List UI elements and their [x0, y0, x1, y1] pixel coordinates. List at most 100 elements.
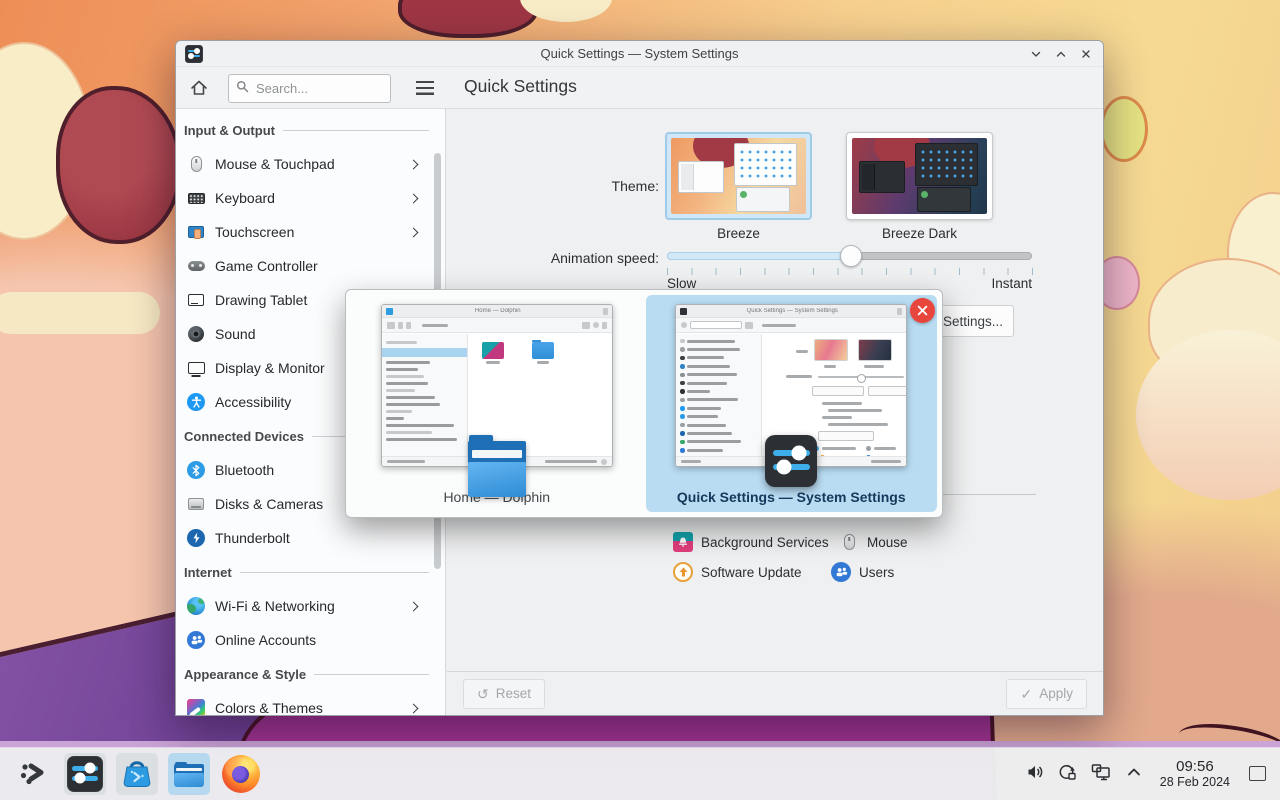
speaker-icon — [1025, 762, 1045, 785]
maximize-button[interactable] — [1053, 46, 1069, 62]
section-header: Input & Output — [176, 113, 445, 147]
hamburger-menu-button[interactable] — [416, 80, 436, 96]
tray-expander-button[interactable] — [1123, 763, 1145, 785]
desktop: Quick Settings — System Settings Quick S… — [0, 0, 1280, 800]
globe-icon — [186, 596, 206, 616]
network-tray-button[interactable] — [1057, 763, 1079, 785]
chevron-up-icon — [1124, 762, 1144, 785]
sidebar-item-game-controller[interactable]: Game Controller — [176, 249, 445, 283]
clock-time: 09:56 — [1160, 759, 1230, 776]
taskbar-dolphin[interactable] — [168, 753, 210, 795]
taskbar-panel: 09:56 28 Feb 2024 — [0, 748, 1280, 800]
bluetooth-icon — [186, 460, 206, 480]
search-icon — [236, 80, 249, 98]
monitor-icon — [186, 358, 206, 378]
chevron-right-icon — [409, 159, 419, 169]
most-used-software-update[interactable]: Software Update — [673, 562, 802, 582]
search-input[interactable] — [254, 80, 383, 97]
sidebar-item-online-accounts[interactable]: Online Accounts — [176, 623, 445, 657]
reset-button[interactable]: ↺Reset — [463, 679, 545, 709]
app-launcher-button[interactable] — [12, 753, 54, 795]
wallpaper-cloud — [0, 292, 160, 334]
mouse-icon — [186, 154, 206, 174]
most-used-background-services[interactable]: Background Services — [673, 532, 829, 552]
theme-caption-breeze-dark: Breeze Dark — [846, 226, 993, 241]
wallpaper-sun — [1100, 96, 1148, 162]
reset-icon: ↺ — [477, 687, 489, 701]
animation-speed-slider[interactable] — [667, 245, 1032, 267]
accounts-icon — [186, 630, 206, 650]
dolphin-app-icon — [468, 433, 526, 497]
task-switcher-item-dolphin[interactable]: Home — Dolphin — [351, 295, 643, 512]
update-icon — [673, 562, 693, 582]
taskbar-discover[interactable] — [116, 753, 158, 795]
mouse-icon — [839, 532, 859, 552]
wallpaper-strip — [0, 741, 1280, 748]
sidebar-item-keyboard[interactable]: Keyboard — [176, 181, 445, 215]
window-title: Quick Settings — System Settings — [176, 46, 1103, 61]
thunderbolt-icon — [186, 528, 206, 548]
window-header: Quick Settings — [176, 68, 1103, 109]
task-switcher-popup: Home — Dolphin — [345, 289, 943, 518]
theme-option-breeze[interactable] — [665, 132, 812, 220]
section-header: Appearance & Style — [176, 657, 445, 691]
system-settings-icon — [67, 756, 103, 792]
themes-icon — [186, 698, 206, 715]
touchscreen-icon — [186, 222, 206, 242]
most-used-mouse[interactable]: Mouse — [839, 532, 908, 552]
users-icon — [831, 562, 851, 582]
theme-option-breeze-dark[interactable] — [846, 132, 993, 220]
system-settings-app-icon — [765, 435, 817, 487]
hamburger-icon — [416, 81, 434, 95]
sidebar-item-thunderbolt[interactable]: Thunderbolt — [176, 521, 445, 555]
slider-max-label: Instant — [932, 276, 1032, 291]
mini-folder — [532, 342, 554, 364]
wallpaper-bush — [56, 86, 182, 244]
globe-icon — [1057, 762, 1078, 785]
keyboard-icon — [186, 188, 206, 208]
accessibility-icon — [186, 392, 206, 412]
digital-clock[interactable]: 09:56 28 Feb 2024 — [1156, 759, 1234, 790]
breeze-preview — [671, 138, 806, 214]
sidebar-item-wifi-networking[interactable]: Wi-Fi & Networking — [176, 589, 445, 623]
tablet-icon — [186, 290, 206, 310]
taskbar-firefox[interactable] — [220, 753, 262, 795]
sidebar-item-mouse-touchpad[interactable]: Mouse & Touchpad — [176, 147, 445, 181]
mini-folder-desktop — [482, 342, 504, 364]
close-button[interactable] — [1078, 46, 1094, 62]
discover-icon — [119, 755, 155, 794]
monitor-icon — [1090, 762, 1112, 785]
page-title: Quick Settings — [464, 76, 577, 97]
clock-date: 28 Feb 2024 — [1160, 775, 1230, 789]
most-used-users[interactable]: Users — [831, 562, 894, 582]
close-window-button[interactable] — [910, 298, 935, 323]
display-tray-button[interactable] — [1090, 763, 1112, 785]
section-header: Internet — [176, 555, 445, 589]
minimize-button[interactable] — [1028, 46, 1044, 62]
kde-launcher-icon — [18, 759, 48, 790]
home-button[interactable] — [187, 77, 211, 101]
breeze-dark-preview — [852, 138, 987, 214]
search-box[interactable] — [228, 74, 391, 103]
task-switcher-label-system-settings: Quick Settings — System Settings — [650, 489, 934, 505]
sidebar-item-colors-themes[interactable]: Colors & Themes — [176, 691, 445, 715]
taskbar-system-settings[interactable] — [64, 753, 106, 795]
gamepad-icon — [186, 256, 206, 276]
sidebar-item-touchscreen[interactable]: Touchscreen — [176, 215, 445, 249]
bell-icon — [673, 532, 693, 552]
chevron-right-icon — [409, 601, 419, 611]
theme-caption-breeze: Breeze — [665, 226, 812, 241]
theme-label: Theme: — [446, 178, 659, 194]
apply-button[interactable]: ✓Apply — [1006, 679, 1087, 709]
show-desktop-button[interactable] — [1249, 766, 1266, 781]
animation-speed-label: Animation speed: — [446, 250, 659, 266]
task-switcher-item-system-settings[interactable]: Quick Settings — System Settings — [646, 295, 938, 512]
slider-fill — [667, 252, 851, 260]
titlebar[interactable]: Quick Settings — System Settings — [176, 41, 1103, 67]
check-icon: ✓ — [1020, 687, 1032, 701]
folder-icon — [174, 761, 204, 787]
slider-handle[interactable] — [840, 245, 862, 267]
system-settings-mini-icon — [680, 308, 687, 315]
wallpaper-bush — [398, 0, 538, 38]
volume-tray-button[interactable] — [1024, 763, 1046, 785]
